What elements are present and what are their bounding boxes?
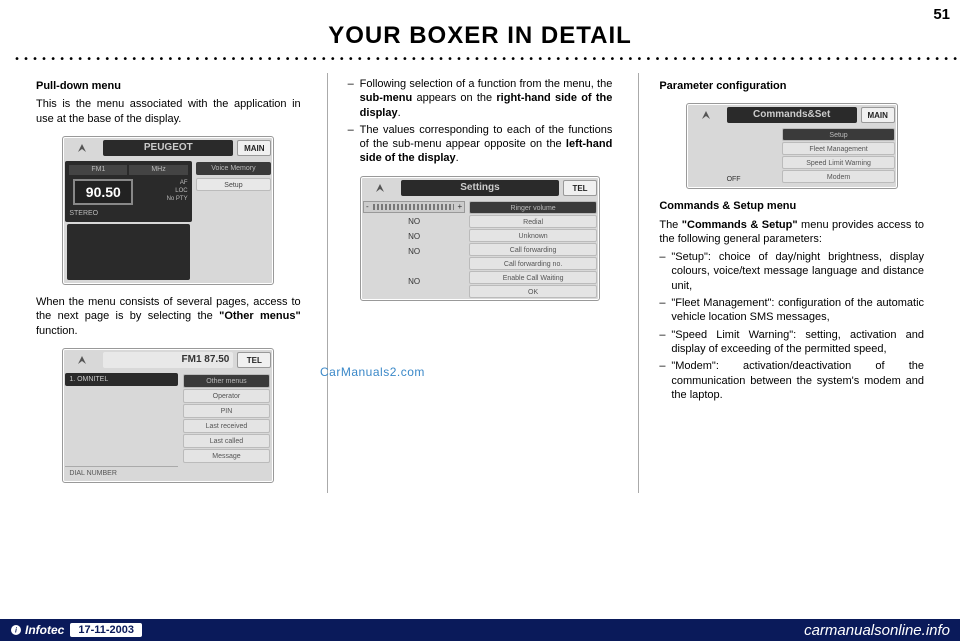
last-called-button[interactable]: Last called bbox=[183, 434, 271, 448]
unknown-button[interactable]: Unknown bbox=[469, 229, 597, 242]
mhz-label: MHz bbox=[129, 165, 187, 175]
callfwd-value: NO bbox=[363, 245, 465, 258]
infotec-logo: i Infotec bbox=[10, 623, 64, 637]
pin-button[interactable]: PIN bbox=[183, 404, 271, 418]
cw-value: NO bbox=[363, 275, 465, 288]
fleet-mgmt-button[interactable]: Fleet Management bbox=[782, 142, 894, 155]
screen-radio: PEUGEOT MAIN FM1 MHz 90.50 bbox=[62, 136, 274, 285]
peugeot-lion-icon bbox=[65, 140, 99, 156]
call-forwarding-no-button[interactable]: Call forwarding no. bbox=[469, 257, 597, 270]
ok-button[interactable]: OK bbox=[469, 285, 597, 298]
screen-commands: Commands&Set MAIN OFF Setup Fleet Manage… bbox=[686, 103, 898, 189]
fm1-label: FM1 bbox=[69, 165, 127, 175]
column-1: Pull-down menu This is the menu associat… bbox=[36, 73, 301, 493]
site-link[interactable]: carmanualsonline.info bbox=[804, 622, 950, 639]
modem-button[interactable]: Modem bbox=[782, 170, 894, 183]
other-menus-button[interactable]: Other menus bbox=[183, 374, 271, 388]
column-3: Parameter configuration Commands&Set MAI… bbox=[638, 73, 924, 493]
submenu-bullet-1: Following selection of a function from t… bbox=[348, 77, 613, 120]
other-menus-text: When the menu consists of several pages,… bbox=[36, 295, 301, 338]
operator-button[interactable]: Operator bbox=[183, 389, 271, 403]
pulldown-desc: This is the menu associated with the app… bbox=[36, 97, 301, 126]
call-forwarding-button[interactable]: Call forwarding bbox=[469, 243, 597, 256]
voice-memory-button[interactable]: Voice Memory bbox=[196, 162, 272, 175]
screen-settings: Settings TEL -+ NO NO NO NO bbox=[360, 176, 600, 301]
main-button[interactable]: MAIN bbox=[861, 107, 895, 123]
submenu-bullet-2: The values corresponding to each of the … bbox=[348, 123, 613, 166]
footer-bar: i Infotec 17-11-2003 carmanualsonline.in… bbox=[0, 619, 960, 641]
page-number: 51 bbox=[933, 6, 950, 23]
screen-title: PEUGEOT bbox=[103, 140, 233, 156]
commands-setup-heading: Commands & Setup menu bbox=[659, 199, 924, 213]
commands-setup-desc: The "Commands & Setup" menu provides acc… bbox=[659, 218, 924, 247]
loc-label: LOC bbox=[137, 188, 187, 196]
callfwdno-value bbox=[363, 260, 465, 273]
date-badge: 17-11-2003 bbox=[70, 623, 142, 637]
separator-dots: ••••••••••••••••••••••••••••••••••••••••… bbox=[0, 54, 960, 65]
modem-bullet: "Modem": activation/deactivation of the … bbox=[659, 359, 924, 402]
column-2: Following selection of a function from t… bbox=[327, 73, 613, 493]
screen-tel: FM1 87.50 TEL 1. OMNITEL DIAL NUMBER Oth… bbox=[62, 348, 274, 483]
setup-cmd-button[interactable]: Setup bbox=[782, 128, 894, 141]
redial-value: NO bbox=[363, 215, 465, 228]
peugeot-lion-icon bbox=[363, 180, 397, 196]
unknown-value: NO bbox=[363, 230, 465, 243]
nopty-label: No PTY bbox=[137, 196, 187, 204]
blank-panel bbox=[67, 224, 189, 280]
settings-title: Settings bbox=[401, 180, 559, 196]
page-title: YOUR BOXER IN DETAIL bbox=[0, 0, 960, 54]
main-columns: Pull-down menu This is the menu associat… bbox=[0, 65, 960, 493]
stereo-label: STEREO bbox=[69, 209, 187, 218]
watermark-text: CarManuals2.com bbox=[320, 365, 425, 379]
ringer-volume-button[interactable]: Ringer volume bbox=[469, 201, 597, 214]
omnitel-item[interactable]: 1. OMNITEL bbox=[65, 373, 177, 386]
pulldown-heading: Pull-down menu bbox=[36, 79, 301, 93]
tel-button[interactable]: TEL bbox=[563, 180, 597, 196]
modem-value: OFF bbox=[689, 173, 779, 186]
param-config-heading: Parameter configuration bbox=[659, 79, 924, 93]
dial-number-label: DIAL NUMBER bbox=[65, 466, 177, 480]
main-button[interactable]: MAIN bbox=[237, 140, 271, 156]
message-button[interactable]: Message bbox=[183, 449, 271, 463]
speed-bullet: "Speed Limit Warning": setting, activati… bbox=[659, 328, 924, 357]
fleet-bullet: "Fleet Management": configuration of the… bbox=[659, 296, 924, 325]
setup-button[interactable]: Setup bbox=[196, 178, 272, 191]
tel-button[interactable]: TEL bbox=[237, 352, 271, 368]
af-label: AF bbox=[137, 180, 187, 188]
peugeot-lion-icon bbox=[689, 107, 723, 123]
commands-title: Commands&Set bbox=[727, 107, 857, 123]
peugeot-lion-icon bbox=[65, 352, 99, 368]
frequency-value: 90.50 bbox=[73, 179, 133, 205]
speed-limit-button[interactable]: Speed Limit Warning bbox=[782, 156, 894, 169]
fm-mini-label: FM1 87.50 bbox=[103, 352, 233, 368]
volume-slider[interactable]: -+ bbox=[363, 201, 465, 213]
setup-bullet: "Setup": choice of day/night brightness,… bbox=[659, 250, 924, 293]
redial-button[interactable]: Redial bbox=[469, 215, 597, 228]
enable-call-waiting-button[interactable]: Enable Call Waiting bbox=[469, 271, 597, 284]
last-received-button[interactable]: Last received bbox=[183, 419, 271, 433]
